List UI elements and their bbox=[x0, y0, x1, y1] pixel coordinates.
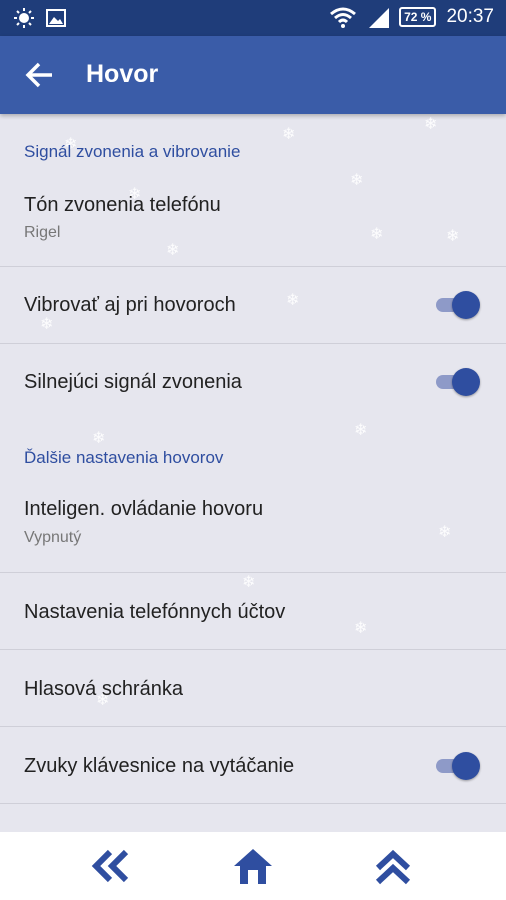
app-bar: Hovor bbox=[0, 36, 506, 114]
back-arrow-icon[interactable] bbox=[24, 58, 58, 92]
increasing-ring-toggle[interactable] bbox=[432, 367, 480, 397]
setting-title: Zvuky klávesnice na vytáčanie bbox=[24, 755, 295, 777]
snowflake-icon: ❄ bbox=[92, 430, 106, 447]
double-chevron-up-icon[interactable] bbox=[370, 846, 416, 886]
dialpad-tones-toggle[interactable] bbox=[432, 751, 480, 781]
toggle-thumb bbox=[452, 291, 480, 319]
snowflake-icon: ❄ bbox=[282, 126, 296, 143]
vibrate-toggle[interactable] bbox=[432, 290, 480, 320]
double-chevron-left-icon[interactable] bbox=[88, 846, 134, 886]
snowflake-icon: ❄ bbox=[354, 422, 368, 439]
signal-icon bbox=[369, 8, 390, 28]
setting-title: Nastavenia telefónnych účtov bbox=[24, 601, 286, 623]
status-right: 72 % 20:37 bbox=[329, 6, 494, 28]
section-header-ringtone: Signál zvonenia a vibrovanie bbox=[24, 142, 241, 161]
toggle-thumb bbox=[452, 752, 480, 780]
bottom-navigation bbox=[0, 832, 506, 900]
battery-level: 72 % bbox=[404, 10, 432, 24]
status-bar: 72 % 20:37 bbox=[0, 0, 506, 36]
section-header-other-call-settings: Ďalšie nastavenia hovorov bbox=[24, 448, 224, 467]
setting-title: Hlasová schránka bbox=[24, 678, 183, 700]
setting-ringtone[interactable]: Tón zvonenia telefónu Rigel bbox=[0, 176, 506, 267]
setting-title: Vibrovať aj pri hovoroch bbox=[24, 294, 236, 316]
image-icon bbox=[46, 9, 66, 27]
setting-title: Tón zvonenia telefónu bbox=[24, 194, 221, 216]
home-icon[interactable] bbox=[230, 846, 276, 886]
wifi-icon bbox=[330, 7, 357, 28]
battery-icon: 72 % bbox=[399, 7, 437, 27]
toggle-thumb bbox=[452, 368, 480, 396]
setting-subtitle: Rigel bbox=[24, 224, 61, 241]
setting-vibrate-on-calls[interactable]: Vibrovať aj pri hovoroch bbox=[0, 267, 506, 344]
setting-dialpad-tones[interactable]: Zvuky klávesnice na vytáčanie bbox=[0, 727, 506, 804]
setting-subtitle: Vypnutý bbox=[24, 529, 82, 546]
clock: 20:37 bbox=[446, 6, 494, 27]
page-title: Hovor bbox=[86, 60, 159, 88]
status-left bbox=[14, 8, 66, 28]
setting-voicemail[interactable]: Hlasová schránka bbox=[0, 650, 506, 727]
settings-list: ❄ ❄ ❄ ❄ ❄ ❄ ❄ ❄ ❄ ❄ ❄ ❄ ❄ ❄ ❄ ❄ Signál z… bbox=[0, 114, 506, 832]
setting-title: Inteligen. ovládanie hovoru bbox=[24, 498, 264, 520]
snowflake-icon: ❄ bbox=[424, 116, 438, 133]
setting-title: Silnejúci signál zvonenia bbox=[24, 371, 242, 393]
setting-smart-call-control[interactable]: Inteligen. ovládanie hovoru Vypnutý bbox=[0, 482, 506, 573]
brightness-icon bbox=[14, 8, 34, 28]
setting-phone-accounts[interactable]: Nastavenia telefónnych účtov bbox=[0, 573, 506, 650]
setting-increasing-ring[interactable]: Silnejúci signál zvonenia bbox=[0, 344, 506, 420]
